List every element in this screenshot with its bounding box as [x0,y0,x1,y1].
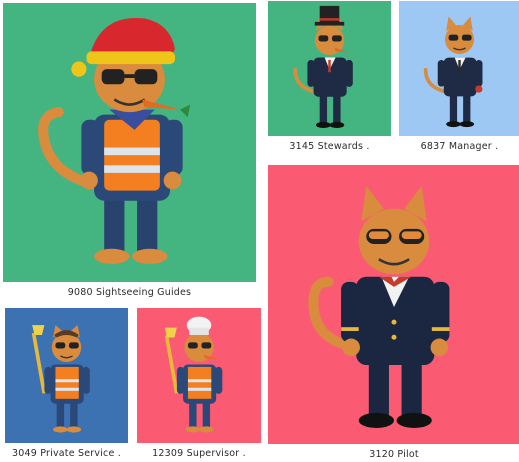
nft-card-supervisor[interactable] [137,308,261,443]
cat-pilot-image [308,186,450,428]
nft-caption-stewards[interactable]: 3145 Stewards . [268,141,391,152]
cat-private-service-image [31,325,90,433]
cat-steward-image [293,5,353,129]
nft-card-private-service[interactable] [5,308,128,443]
nft-caption-sightseeing-guides[interactable]: 9080 Sightseeing Guides [3,287,256,298]
cat-guide-image [38,18,191,264]
cat-manager-image [423,16,483,128]
nft-caption-manager[interactable]: 6837 Manager . [399,141,519,152]
nft-card-manager[interactable] [399,1,519,136]
nft-card-stewards[interactable] [268,1,391,136]
nft-card-sightseeing-guides[interactable] [3,3,256,282]
nft-caption-private-service[interactable]: 3049 Private Service . [5,448,128,459]
nft-caption-supervisor[interactable]: 12309 Supervisor . [137,448,261,459]
nft-card-pilot[interactable] [268,165,519,444]
cat-supervisor-image [164,316,223,433]
nft-caption-pilot[interactable]: 3120 Pilot [268,449,519,460]
